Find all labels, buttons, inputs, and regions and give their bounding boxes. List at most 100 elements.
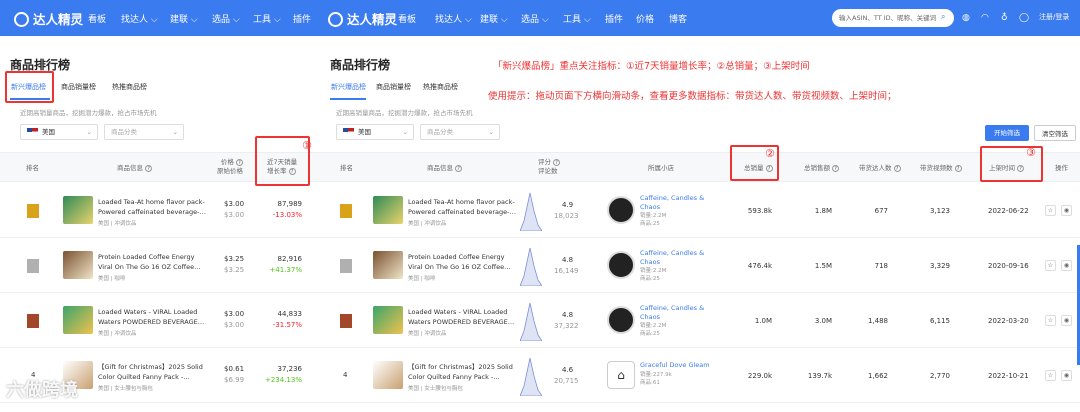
nav-item-pricing[interactable]: 价格 — [636, 12, 654, 25]
header-videos[interactable]: 带货视频数 ? — [920, 164, 962, 173]
country-select[interactable]: 美国 ⌄ — [20, 124, 98, 140]
annotation-number-3: ③ — [1026, 146, 1036, 159]
nav-item-plugin[interactable]: 插件 — [293, 12, 311, 25]
search-icon[interactable]: ⌕ — [941, 12, 945, 22]
top-nav-left: 达人精灵 看板 找达人 ⌵ 建联 ⌵ 选品 ⌵ 工具 ⌵ 插件 — [0, 0, 320, 36]
nav-item-outreach[interactable]: 建联 ⌵ — [480, 12, 508, 25]
tab-sales[interactable]: 商品销量榜 — [61, 82, 96, 92]
product-name-line2[interactable]: Waters POWDERED BEVERAGE… — [98, 318, 206, 327]
product-name[interactable]: 【Gift for Christmas】2025 Solid — [98, 363, 206, 372]
growth-rate: -13.03% — [272, 211, 302, 219]
header-total-revenue[interactable]: 总销售额 ? — [804, 164, 840, 173]
headset-icon[interactable]: ◠ — [981, 13, 989, 23]
nav-item-dashboard[interactable]: 看板 — [398, 12, 416, 25]
product-name-line2[interactable]: Viral On The Go 16 OZ Coffee… — [408, 263, 516, 272]
growth-sales: 37,236 — [277, 365, 303, 373]
nav-item-product-selection[interactable]: 选品 ⌵ — [521, 12, 549, 25]
video-count: 3,329 — [929, 262, 950, 270]
header-rating: 评分 ? 评论数 — [538, 158, 561, 176]
product-name-line2[interactable]: Viral On The Go 16 OZ Coffee… — [98, 263, 206, 272]
view-eye-icon[interactable]: ◉ — [1061, 315, 1072, 326]
product-thumbnail[interactable] — [373, 251, 403, 279]
product-name[interactable]: Protein Loaded Coffee Energy — [408, 253, 516, 262]
product-name[interactable]: Loaded Tea-At home flavor pack- — [408, 198, 516, 207]
category-select[interactable]: 商品分类 ⌄ — [420, 124, 500, 140]
login-link[interactable]: 注册/登录 — [1039, 12, 1069, 22]
nav-item-tools[interactable]: 工具 ⌵ — [563, 12, 591, 25]
help-icon[interactable]: ? — [553, 159, 561, 166]
shop-name[interactable]: Graceful Dove Gleam — [640, 361, 710, 370]
shop-name[interactable]: Caffeine, Candles & — [640, 249, 704, 258]
logo[interactable]: 达人精灵 — [14, 9, 83, 28]
product-name[interactable]: Loaded Waters - VIRAL Loaded — [408, 308, 516, 317]
nav-item-blog[interactable]: 博客 — [669, 12, 687, 25]
product-name-line2[interactable]: Powered caffeinated beverage-… — [98, 208, 206, 217]
user-icon[interactable]: ◯ — [1019, 13, 1029, 23]
shop-avatar[interactable] — [607, 196, 635, 224]
product-category: 美国 | 冲调饮品 — [98, 221, 137, 227]
help-icon[interactable]: ? — [455, 165, 463, 172]
help-icon[interactable]: ? — [236, 159, 243, 166]
favorite-star-icon[interactable]: ☆ — [1045, 315, 1056, 326]
shop-name-line2[interactable]: Chaos — [640, 203, 660, 212]
help-icon[interactable]: ? — [832, 165, 840, 172]
nav-item-find-creators[interactable]: 找达人 ⌵ — [121, 12, 158, 25]
view-eye-icon[interactable]: ◉ — [1061, 370, 1072, 381]
favorite-star-icon[interactable]: ☆ — [1045, 370, 1056, 381]
total-sales: 476.4k — [747, 262, 772, 270]
product-thumbnail[interactable] — [63, 196, 93, 224]
product-thumbnail[interactable] — [373, 196, 403, 224]
product-name[interactable]: Loaded Waters - VIRAL Loaded — [98, 308, 206, 317]
rank-medal-icon — [340, 259, 352, 273]
product-name-line2[interactable]: Color Quilted Fanny Pack -… — [408, 373, 516, 382]
clear-filter-button[interactable]: 清空筛选 — [1034, 125, 1076, 141]
nav-item-outreach[interactable]: 建联 ⌵ — [170, 12, 198, 25]
product-name-line2[interactable]: Waters POWDERED BEVERAGE… — [408, 318, 516, 327]
chevron-down-icon: ⌵ — [583, 15, 591, 25]
table-row: Loaded Waters - VIRAL Loaded Waters POWDE… — [0, 293, 320, 348]
product-name[interactable]: 【Gift for Christmas】2025 Solid — [408, 363, 516, 372]
nav-item-tools[interactable]: 工具 ⌵ — [253, 12, 281, 25]
header-creators[interactable]: 带货达人数 ? — [859, 164, 901, 173]
tab-sales[interactable]: 商品销量榜 — [376, 82, 411, 92]
product-name-line2[interactable]: Powered caffeinated beverage-… — [408, 208, 516, 217]
chevron-down-icon: ⌵ — [541, 15, 549, 25]
product-thumbnail[interactable] — [373, 361, 403, 389]
logo[interactable]: 达人精灵 — [328, 9, 397, 28]
shop-name-line2[interactable]: Chaos — [640, 313, 660, 322]
product-name[interactable]: Loaded Tea-At home flavor pack- — [98, 198, 206, 207]
help-icon[interactable]: ? — [893, 165, 901, 172]
tab-hot[interactable]: 热推商品榜 — [423, 82, 458, 92]
shop-name[interactable]: Caffeine, Candles & — [640, 194, 704, 203]
nav-item-find-creators[interactable]: 找达人 ⌵ — [435, 12, 472, 25]
nav-item-product-selection[interactable]: 选品 ⌵ — [212, 12, 240, 25]
product-thumbnail[interactable] — [373, 306, 403, 334]
help-icon[interactable]: ? — [145, 165, 153, 172]
product-name-line2[interactable]: Color Quilted Fanny Pack -… — [98, 373, 206, 382]
shop-avatar[interactable] — [607, 306, 635, 334]
product-name[interactable]: Protein Loaded Coffee Energy — [98, 253, 206, 262]
category-select[interactable]: 商品分类 ⌄ — [104, 124, 184, 140]
favorite-star-icon[interactable]: ☆ — [1045, 205, 1056, 216]
nav-item-dashboard[interactable]: 看板 — [88, 12, 106, 25]
product-thumbnail[interactable] — [63, 306, 93, 334]
view-eye-icon[interactable]: ◉ — [1061, 260, 1072, 271]
search-input[interactable]: 输入ASIN、TT ID、昵称、关键词 — [832, 9, 954, 27]
bulb-icon[interactable]: ♁ — [1001, 13, 1008, 23]
help-icon[interactable]: ? — [954, 165, 962, 172]
chevron-down-icon: ⌵ — [150, 15, 158, 25]
nav-item-plugin[interactable]: 插件 — [605, 12, 623, 25]
tab-hot[interactable]: 热推商品榜 — [112, 82, 147, 92]
shop-name[interactable]: Caffeine, Candles & — [640, 304, 704, 313]
shop-name-line2[interactable]: Chaos — [640, 258, 660, 267]
product-thumbnail[interactable] — [63, 251, 93, 279]
growth-rate: +41.37% — [269, 266, 302, 274]
country-select[interactable]: 美国 ⌄ — [336, 124, 414, 140]
shop-store-icon[interactable]: ⌂ — [607, 361, 635, 389]
globe-icon[interactable]: ◍ — [962, 13, 970, 23]
start-filter-button[interactable]: 开始筛选 — [985, 125, 1029, 141]
tab-emerging[interactable]: 新兴爆品榜 — [331, 82, 366, 92]
view-eye-icon[interactable]: ◉ — [1061, 205, 1072, 216]
favorite-star-icon[interactable]: ☆ — [1045, 260, 1056, 271]
shop-avatar[interactable] — [607, 251, 635, 279]
